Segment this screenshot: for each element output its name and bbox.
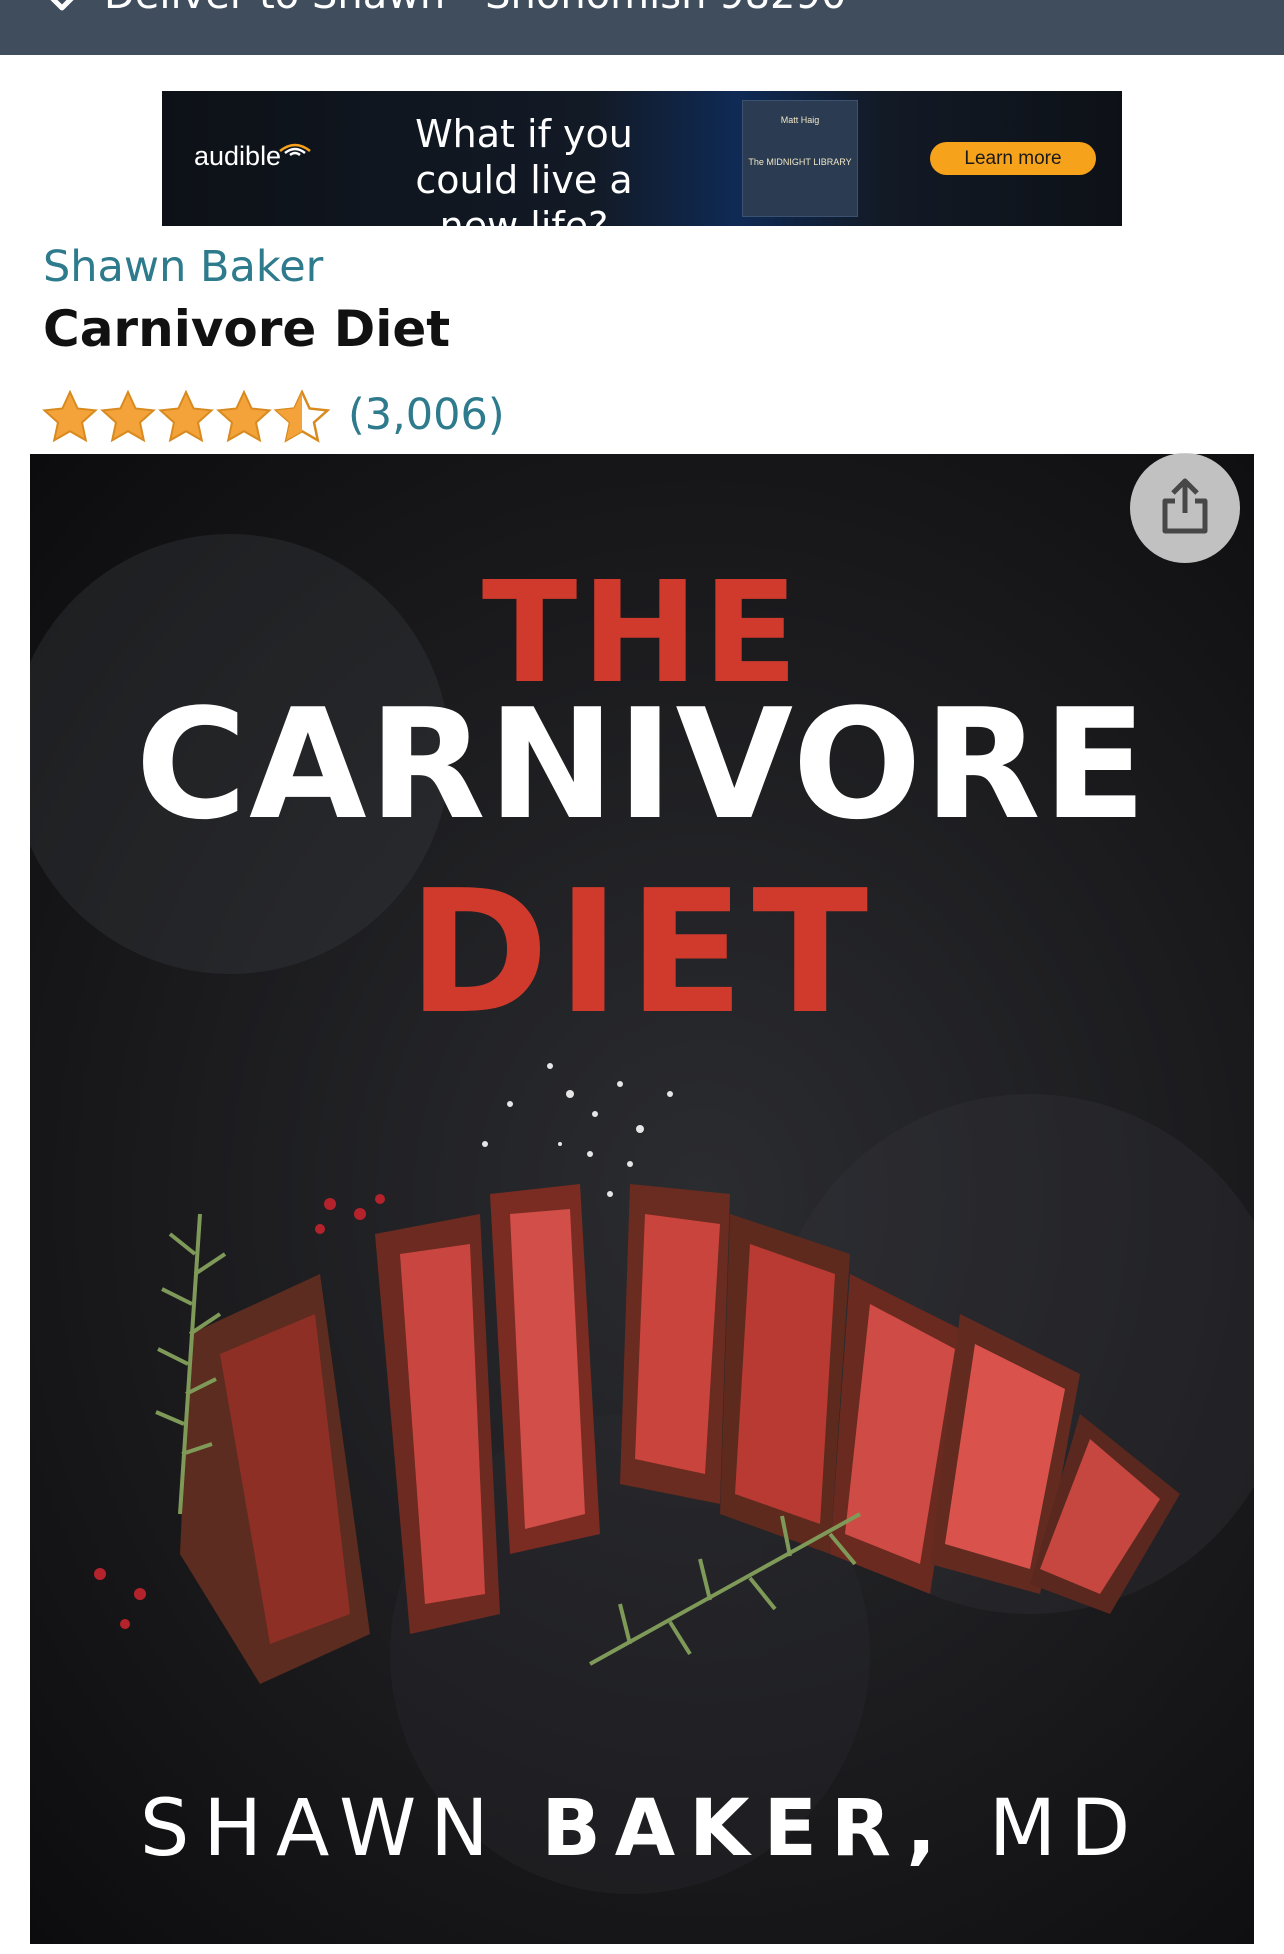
star-icon — [217, 391, 271, 442]
cover-author-first: SHAWN — [139, 1784, 503, 1874]
product-title: Carnivore Diet — [43, 300, 451, 358]
star-icon — [43, 391, 97, 442]
audible-wave-icon — [279, 143, 311, 157]
share-button[interactable] — [1130, 453, 1240, 563]
ad-book-author: Matt Haig — [780, 115, 820, 125]
cover-author-last: BAKER, — [541, 1784, 951, 1874]
ad-headline: What if you could live a new life? — [415, 112, 633, 226]
learn-more-button[interactable]: Learn more — [930, 142, 1096, 175]
location-pin-icon — [50, 0, 74, 11]
rating-count[interactable]: (3,006) — [348, 390, 505, 440]
cover-author-suffix: MD — [988, 1784, 1145, 1874]
star-icon — [159, 391, 213, 442]
ad-book-title: The MIDNIGHT LIBRARY — [748, 157, 852, 167]
author-link[interactable]: Shawn Baker — [43, 242, 323, 292]
book-cover-image[interactable]: THE CARNIVORE DIET SHAWN BAKER, MD — [30, 454, 1254, 1944]
share-icon — [1162, 478, 1208, 534]
delivery-bar[interactable]: Deliver to Shawn - Snohomish 98290 — [0, 0, 1284, 55]
cover-author: SHAWN BAKER, MD — [30, 1784, 1254, 1874]
star-rating — [43, 390, 329, 442]
cover-title-diet: DIET — [407, 854, 877, 1052]
audible-logo: audible — [194, 141, 311, 172]
deliver-to-text: Deliver to Shawn - Snohomish 98290 — [104, 0, 846, 18]
ad-book-cover: Matt Haig The MIDNIGHT LIBRARY — [742, 100, 858, 217]
star-icon — [101, 391, 155, 442]
cover-title-carnivore: CARNIVORE — [135, 676, 1149, 853]
audible-ad-banner[interactable]: audible What if you could live a new lif… — [162, 91, 1122, 226]
audible-brand-text: audible — [194, 141, 282, 171]
half-star-icon — [275, 390, 329, 442]
